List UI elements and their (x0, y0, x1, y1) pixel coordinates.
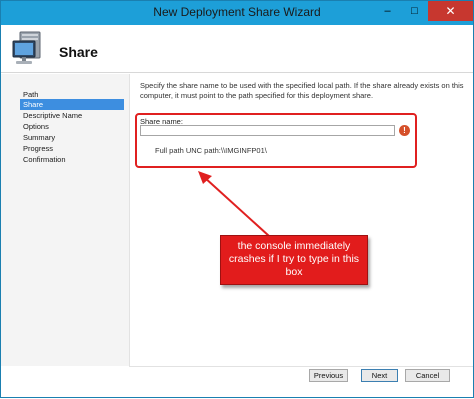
close-button[interactable]: ✕ (428, 1, 473, 21)
nav-item-descriptive-name[interactable]: Descriptive Name (20, 110, 124, 121)
annotation-text: the console immediately crashes if I try… (228, 240, 360, 278)
cancel-button[interactable]: Cancel (405, 369, 450, 382)
minimize-button[interactable]: – (374, 1, 401, 21)
nav-item-share[interactable]: Share (20, 99, 124, 110)
nav-item-summary[interactable]: Summary (20, 132, 124, 143)
nav-item-options[interactable]: Options (20, 121, 124, 132)
nav-item-progress[interactable]: Progress (20, 143, 124, 154)
annotation-callout: the console immediately crashes if I try… (220, 235, 368, 285)
previous-button[interactable]: Previous (309, 369, 348, 382)
computer-icon (12, 31, 41, 64)
wizard-nav: Path Share Descriptive Name Options Summ… (1, 74, 130, 366)
next-button[interactable]: Next (361, 369, 398, 382)
annotation-highlight-box (135, 113, 417, 168)
page-title: Share (59, 44, 98, 60)
share-description: Specify the share name to be used with t… (140, 81, 464, 100)
footer-divider (129, 366, 473, 367)
maximize-button[interactable]: □ (401, 1, 428, 21)
title-bar[interactable]: New Deployment Share Wizard – □ ✕ (1, 1, 473, 25)
wizard-window: New Deployment Share Wizard – □ ✕ Share … (0, 0, 474, 398)
nav-item-confirmation[interactable]: Confirmation (20, 154, 124, 165)
